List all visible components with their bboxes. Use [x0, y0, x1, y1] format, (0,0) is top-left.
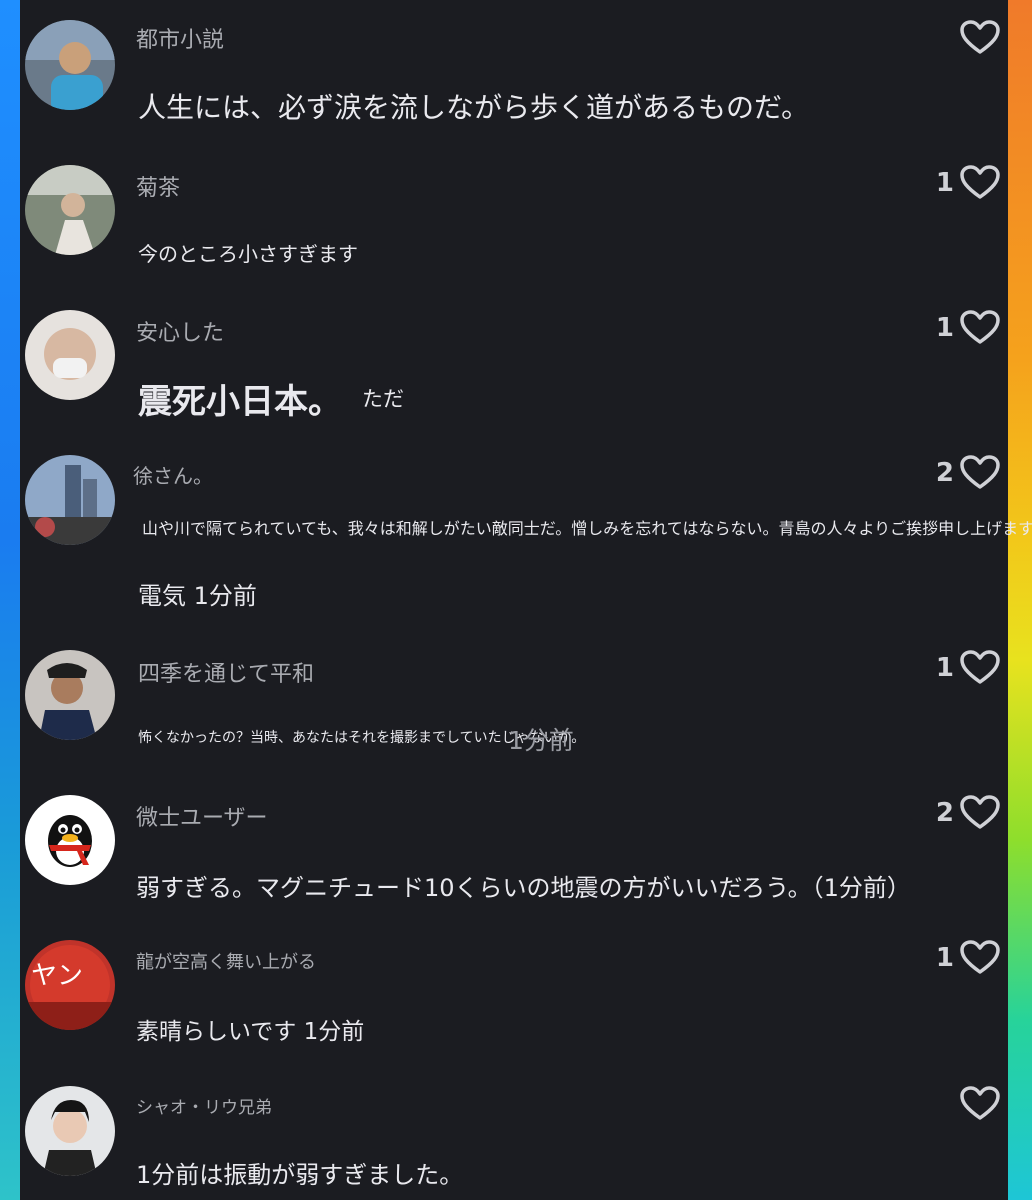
heart-icon — [960, 795, 1000, 829]
comment-list: 都市小説 人生には、必ず涙を流しながら歩く道があるものだ。 菊茶 今のところ小さ… — [20, 0, 1032, 1200]
avatar[interactable]: ヤン — [25, 940, 115, 1030]
comment-text: 人生には、必ず涙を流しながら歩く道があるものだ。 — [138, 91, 810, 124]
comment-username[interactable]: 菊茶 — [136, 170, 180, 202]
comment-username[interactable]: 微士ユーザー — [136, 800, 268, 832]
comment-text-meta: 電気 1分前 — [138, 582, 257, 610]
comment-username[interactable]: 徐さん。 — [133, 460, 213, 489]
heart-icon — [960, 650, 1000, 684]
heart-icon — [960, 165, 1000, 199]
comment-text: 素晴らしいです 1分前 — [136, 1019, 365, 1045]
comment-username[interactable]: 龍が空高く舞い上がる — [136, 948, 316, 974]
avatar[interactable] — [25, 650, 115, 740]
comment-text: 山や川で隔てられていても、我々は和解しがたい敵同士だ。憎しみを忘れてはならない。… — [142, 519, 1032, 538]
comment-text: 弱すぎる。マグニチュード10くらいの地震の方がいいだろう。（1分前） — [136, 874, 911, 902]
like-count: 2 — [935, 458, 954, 488]
comment-timestamp: 1分前 — [508, 726, 574, 755]
like-count: 1 — [935, 653, 954, 683]
like-button[interactable]: 1 — [936, 650, 1000, 686]
avatar[interactable] — [25, 310, 115, 400]
right-edge-gradient — [1008, 0, 1032, 1200]
like-button[interactable] — [954, 20, 1000, 56]
heart-icon — [960, 940, 1000, 974]
left-edge-gradient — [0, 0, 20, 1200]
comment-username[interactable]: 四季を通じて平和 — [138, 656, 314, 688]
heart-icon — [960, 1086, 1000, 1120]
heart-icon — [960, 20, 1000, 54]
like-button[interactable] — [954, 1086, 1000, 1122]
like-count: 2 — [935, 798, 954, 828]
comment-text: 今のところ小さすぎます — [138, 242, 358, 266]
like-button[interactable]: 2 — [936, 795, 1000, 831]
comment-text-suffix: ただ — [362, 387, 404, 411]
like-button[interactable]: 2 — [936, 455, 1000, 491]
like-button[interactable]: 1 — [936, 310, 1000, 346]
comment-text: 1分前は振動が弱すぎました。 — [136, 1161, 464, 1189]
avatar-initials: ヤン — [31, 961, 83, 991]
like-count: 1 — [935, 943, 954, 973]
avatar[interactable] — [25, 165, 115, 255]
like-count: 1 — [935, 168, 954, 198]
comment-username[interactable]: 都市小説 — [136, 22, 224, 54]
comment-username[interactable]: シャオ・リウ兄弟 — [136, 1093, 272, 1118]
heart-icon — [960, 310, 1000, 344]
avatar[interactable] — [25, 795, 115, 885]
like-button[interactable]: 1 — [936, 940, 1000, 976]
like-button[interactable]: 1 — [936, 165, 1000, 201]
heart-icon — [960, 455, 1000, 489]
avatar[interactable] — [25, 455, 115, 545]
comment-text: 震死小日本。 — [138, 382, 342, 422]
like-count: 1 — [935, 313, 954, 343]
comment-username[interactable]: 安心した — [136, 315, 224, 347]
avatar[interactable] — [25, 1086, 115, 1176]
avatar[interactable] — [25, 20, 115, 110]
